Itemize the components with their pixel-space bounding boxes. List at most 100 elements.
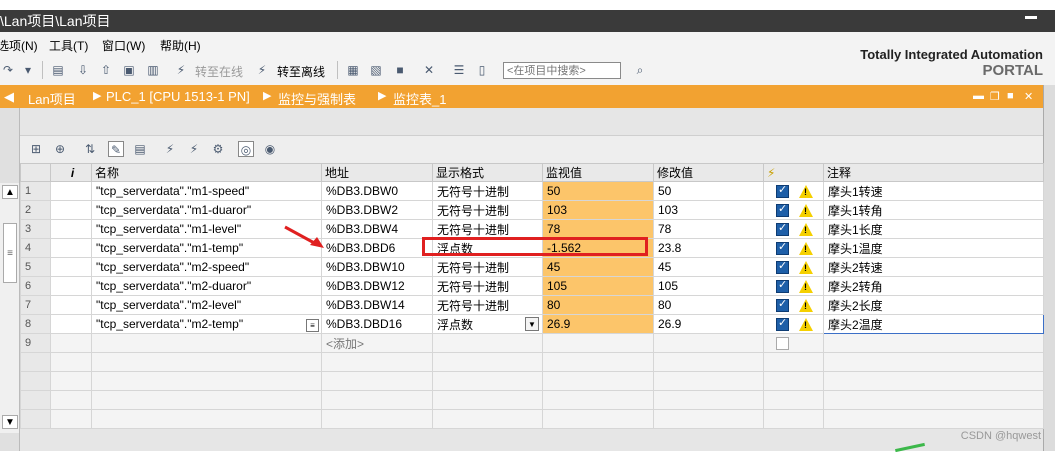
breadcrumb-project[interactable]: Lan项目	[28, 89, 76, 108]
modify-value-cell[interactable]: 23.8	[653, 238, 764, 258]
search-go-icon[interactable]: ⌕	[632, 62, 648, 78]
comment-cell[interactable]: 摩头1温度	[823, 238, 1044, 258]
format-cell[interactable]: 无符号十进制	[432, 219, 543, 239]
trigger-icon[interactable]: ▤	[132, 141, 148, 157]
menu-tools[interactable]: 工具(T)	[49, 37, 88, 54]
split-vertical-icon[interactable]: ▯	[474, 62, 490, 78]
name-cell[interactable]: "tcp_serverdata"."m2-temp" ≡	[91, 314, 322, 334]
format-cell[interactable]: 无符号十进制	[432, 276, 543, 296]
stop-icon[interactable]: ■	[392, 62, 408, 78]
modify-checkbox[interactable]	[776, 337, 789, 351]
breadcrumb-plc[interactable]: PLC_1 [CPU 1513-1 PN]	[106, 89, 250, 104]
modify-checkbox[interactable]	[776, 240, 789, 256]
compile-icon[interactable]: ▤	[50, 62, 66, 78]
modify-checkbox[interactable]	[776, 316, 789, 332]
address-cell[interactable]: %DB3.DBD6	[321, 238, 433, 258]
diagnostics-icon[interactable]: ▦	[345, 62, 361, 78]
vertical-scrollbar[interactable]: ▲ ≡ ▼	[0, 183, 20, 433]
header-info[interactable]: i	[50, 163, 92, 182]
comment-cell[interactable]: 摩头2转速	[823, 257, 1044, 277]
upload-icon[interactable]: ⇧	[98, 62, 114, 78]
format-cell[interactable]: 无符号十进制	[432, 181, 543, 201]
modify-now-icon[interactable]: ⚡	[162, 141, 178, 157]
go-offline-icon[interactable]: ⚡	[254, 62, 270, 78]
right-task-panel[interactable]	[1043, 85, 1055, 451]
comment-cell[interactable]: 摩头2温度	[823, 314, 1044, 334]
format-cell[interactable]: 无符号十进制	[432, 295, 543, 315]
address-cell[interactable]: %DB3.DBW14	[321, 295, 433, 315]
modify-checkbox[interactable]	[776, 259, 789, 275]
format-cell[interactable]: 浮点数 ▼	[432, 314, 543, 334]
minimize-editor-icon[interactable]: ▬	[973, 90, 984, 102]
enable-peripheral-icon[interactable]: ⚙	[210, 141, 226, 157]
scroll-thumb[interactable]: ≡	[3, 223, 17, 283]
maximize-editor-icon[interactable]: ■	[1007, 90, 1014, 102]
table-row[interactable]: 8 "tcp_serverdata"."m2-temp" ≡ %DB3.DBD16…	[20, 314, 1044, 334]
modify-checkbox[interactable]	[776, 202, 789, 218]
table-row[interactable]: 1 "tcp_serverdata"."m1-speed" %DB3.DBW0 …	[20, 181, 1044, 201]
scroll-down-icon[interactable]: ▼	[2, 415, 18, 429]
add-row-cell[interactable]: <添加>	[321, 333, 433, 353]
table-row-add[interactable]: 9 <添加>	[20, 333, 1044, 353]
modify-checkbox[interactable]	[776, 278, 789, 294]
cross-ref-icon[interactable]: ▧	[368, 62, 384, 78]
name-cell[interactable]: "tcp_serverdata"."m2-speed"	[91, 257, 322, 277]
header-display-format[interactable]: 显示格式	[432, 163, 543, 182]
format-cell[interactable]: 无符号十进制	[432, 257, 543, 277]
menu-options[interactable]: 选项(N)	[0, 37, 38, 54]
address-cell[interactable]: %DB3.DBW12	[321, 276, 433, 296]
table-row[interactable]: 3 "tcp_serverdata"."m1-level" %DB3.DBW4 …	[20, 219, 1044, 239]
split-horizontal-icon[interactable]: ☰	[451, 62, 467, 78]
header-comment[interactable]: 注释	[823, 163, 1044, 182]
edit-tag-icon[interactable]: ≡	[306, 318, 319, 332]
address-cell[interactable]: %DB3.DBW10	[321, 257, 433, 277]
scroll-up-icon[interactable]: ▲	[2, 185, 18, 199]
format-cell[interactable]: 无符号十进制	[432, 200, 543, 220]
header-monitor-value[interactable]: 监视值	[542, 163, 654, 182]
comment-cell[interactable]: 摩头2转角	[823, 276, 1044, 296]
modify-value-cell[interactable]: 26.9	[653, 314, 764, 334]
project-search-input[interactable]	[503, 62, 621, 79]
modify-value-cell[interactable]: 50	[653, 181, 764, 201]
name-cell[interactable]: "tcp_serverdata"."m2-level"	[91, 295, 322, 315]
comment-cell[interactable]	[823, 333, 1044, 353]
add-row-icon[interactable]: ⊕	[52, 141, 68, 157]
modify-trigger-icon[interactable]: ⚡	[186, 141, 202, 157]
table-row[interactable]: 6 "tcp_serverdata"."m2-duaror" %DB3.DBW1…	[20, 276, 1044, 296]
address-cell[interactable]: %DB3.DBW0	[321, 181, 433, 201]
header-address[interactable]: 地址	[321, 163, 433, 182]
comment-cell[interactable]: 摩头1转角	[823, 200, 1044, 220]
name-cell[interactable]: "tcp_serverdata"."m1-speed"	[91, 181, 322, 201]
close-x-icon[interactable]: ✕	[421, 62, 437, 78]
monitor-once-icon[interactable]: ◉	[262, 141, 278, 157]
collapse-left-icon[interactable]: ◀	[4, 89, 14, 105]
minimize-icon[interactable]	[1025, 16, 1037, 19]
go-online-icon[interactable]: ⚡	[173, 62, 189, 78]
modify-checkbox[interactable]	[776, 297, 789, 313]
close-editor-icon[interactable]: ✕	[1024, 90, 1033, 103]
breadcrumb-watch-tables[interactable]: 监控与强制表	[278, 89, 356, 108]
menu-help[interactable]: 帮助(H)	[160, 37, 201, 54]
name-cell[interactable]	[91, 333, 322, 353]
table-row[interactable]: 7 "tcp_serverdata"."m2-level" %DB3.DBW14…	[20, 295, 1044, 315]
modify-value-cell[interactable]: 80	[653, 295, 764, 315]
menu-window[interactable]: 窗口(W)	[102, 37, 145, 54]
simulation-icon[interactable]: ▣	[121, 62, 137, 78]
modify-value-cell[interactable]	[653, 333, 764, 353]
modify-checkbox[interactable]	[776, 221, 789, 237]
monitor-all-icon[interactable]: ◎	[238, 141, 254, 157]
go-online-button[interactable]: 转至在线	[195, 63, 243, 80]
start-sim-icon[interactable]: ▥	[145, 62, 161, 78]
address-cell[interactable]: %DB3.DBW2	[321, 200, 433, 220]
modify-value-cell[interactable]: 103	[653, 200, 764, 220]
download-icon[interactable]: ⇩	[75, 62, 91, 78]
name-cell[interactable]: "tcp_serverdata"."m1-duaror"	[91, 200, 322, 220]
header-modify-value[interactable]: 修改值	[653, 163, 764, 182]
comment-cell[interactable]: 摩头1长度	[823, 219, 1044, 239]
modify-value-cell[interactable]: 45	[653, 257, 764, 277]
name-cell[interactable]: "tcp_serverdata"."m2-duaror"	[91, 276, 322, 296]
go-offline-button[interactable]: 转至离线	[277, 63, 325, 80]
chevron-down-icon[interactable]: ▼	[525, 316, 539, 331]
table-row[interactable]: 5 "tcp_serverdata"."m2-speed" %DB3.DBW10…	[20, 257, 1044, 277]
show-hide-icon[interactable]: ✎	[108, 141, 124, 157]
